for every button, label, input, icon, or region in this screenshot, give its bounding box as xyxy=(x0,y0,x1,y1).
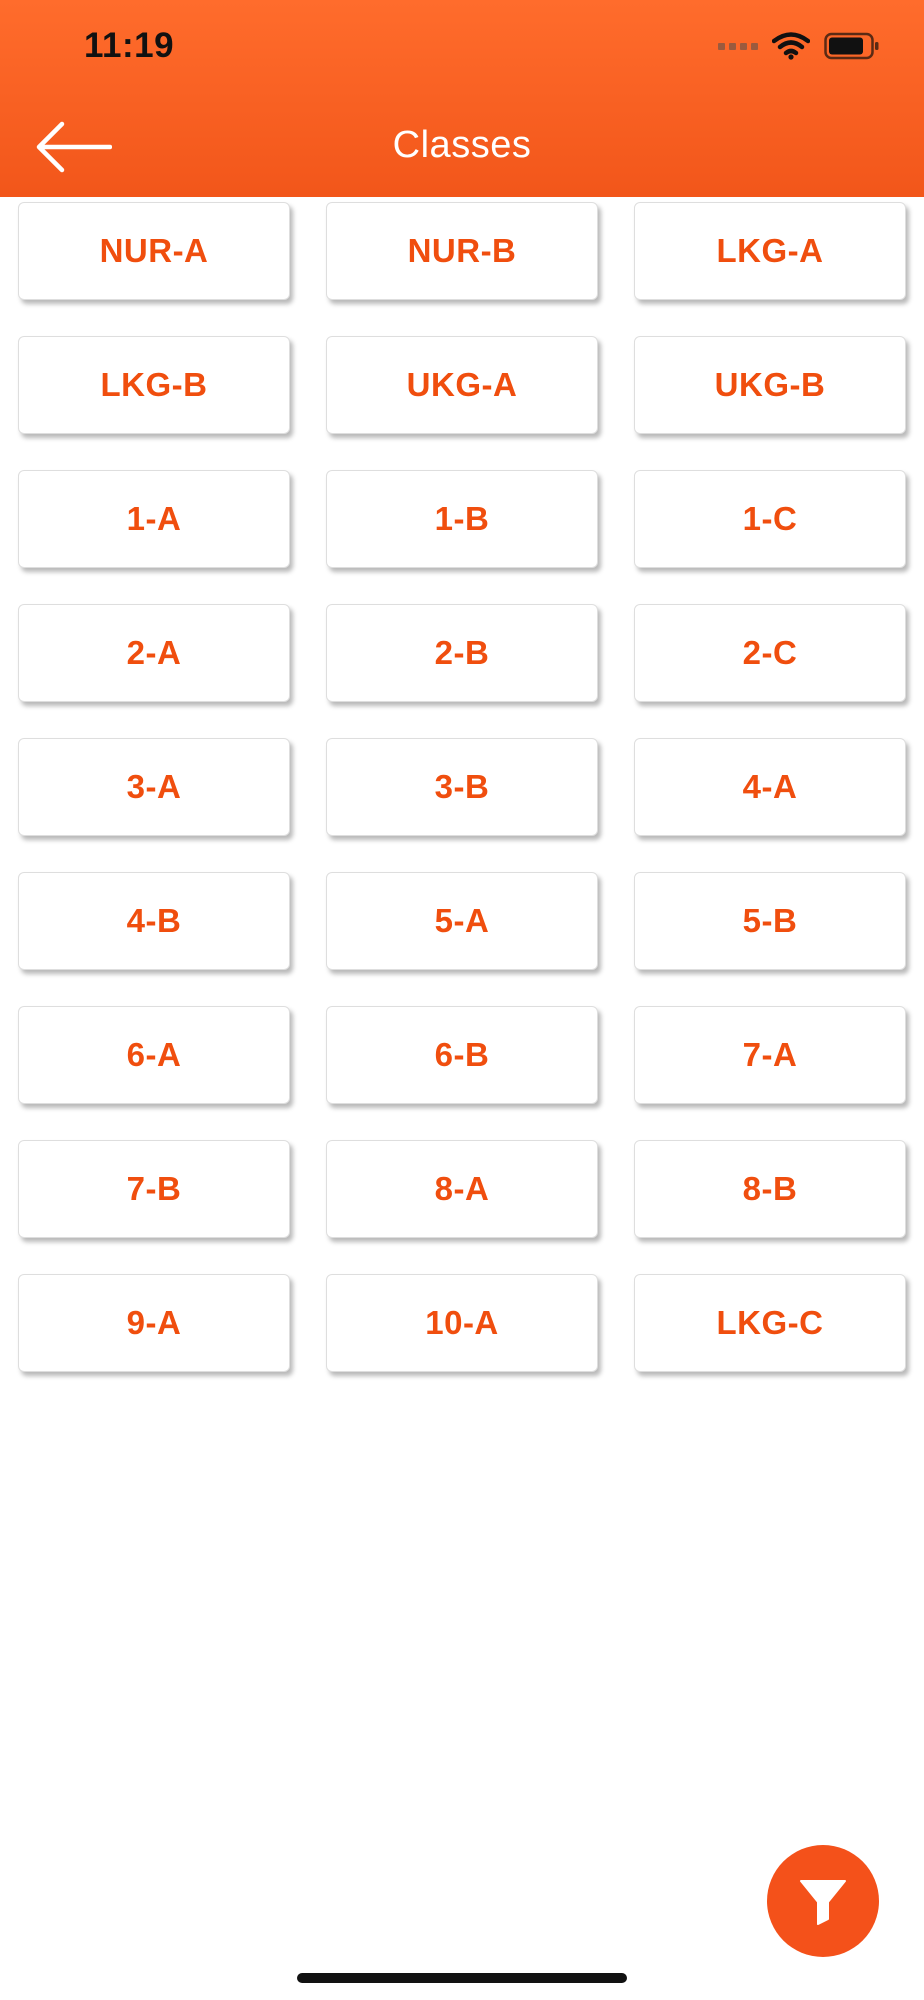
class-button[interactable]: 8-A xyxy=(326,1140,598,1238)
class-button[interactable]: 9-A xyxy=(18,1274,290,1372)
class-button[interactable]: 5-A xyxy=(326,872,598,970)
class-button[interactable]: 2-C xyxy=(634,604,906,702)
class-button[interactable]: 4-A xyxy=(634,738,906,836)
class-button[interactable]: 10-A xyxy=(326,1274,598,1372)
battery-icon xyxy=(824,32,879,60)
class-button[interactable]: 3-B xyxy=(326,738,598,836)
class-button[interactable]: UKG-B xyxy=(634,336,906,434)
class-button[interactable]: NUR-B xyxy=(326,202,598,300)
filter-button[interactable] xyxy=(767,1845,879,1957)
app-header: 11:19 Classes xyxy=(0,0,924,197)
wifi-icon xyxy=(772,32,810,60)
class-button[interactable]: 7-B xyxy=(18,1140,290,1238)
class-button[interactable]: 7-A xyxy=(634,1006,906,1104)
class-button[interactable]: 5-B xyxy=(634,872,906,970)
class-button[interactable]: UKG-A xyxy=(326,336,598,434)
filter-icon xyxy=(800,1880,846,1925)
status-time: 11:19 xyxy=(84,26,175,65)
class-button[interactable]: NUR-A xyxy=(18,202,290,300)
class-button[interactable]: 6-A xyxy=(18,1006,290,1104)
class-button[interactable]: 1-C xyxy=(634,470,906,568)
class-button[interactable]: 6-B xyxy=(326,1006,598,1104)
class-button[interactable]: 2-A xyxy=(18,604,290,702)
status-icons xyxy=(718,32,880,60)
class-grid: NUR-A NUR-B LKG-A LKG-B UKG-A UKG-B 1-A … xyxy=(18,202,908,1372)
class-button[interactable]: LKG-B xyxy=(18,336,290,434)
class-button[interactable]: 8-B xyxy=(634,1140,906,1238)
home-indicator xyxy=(297,1973,627,1983)
class-button[interactable]: 1-A xyxy=(18,470,290,568)
class-button[interactable]: 2-B xyxy=(326,604,598,702)
class-button[interactable]: 1-B xyxy=(326,470,598,568)
class-button[interactable]: 3-A xyxy=(18,738,290,836)
page-title: Classes xyxy=(392,124,532,166)
class-button[interactable]: 4-B xyxy=(18,872,290,970)
cellular-signal-icon xyxy=(718,42,758,50)
class-button[interactable]: LKG-A xyxy=(634,202,906,300)
class-button[interactable]: LKG-C xyxy=(634,1274,906,1372)
